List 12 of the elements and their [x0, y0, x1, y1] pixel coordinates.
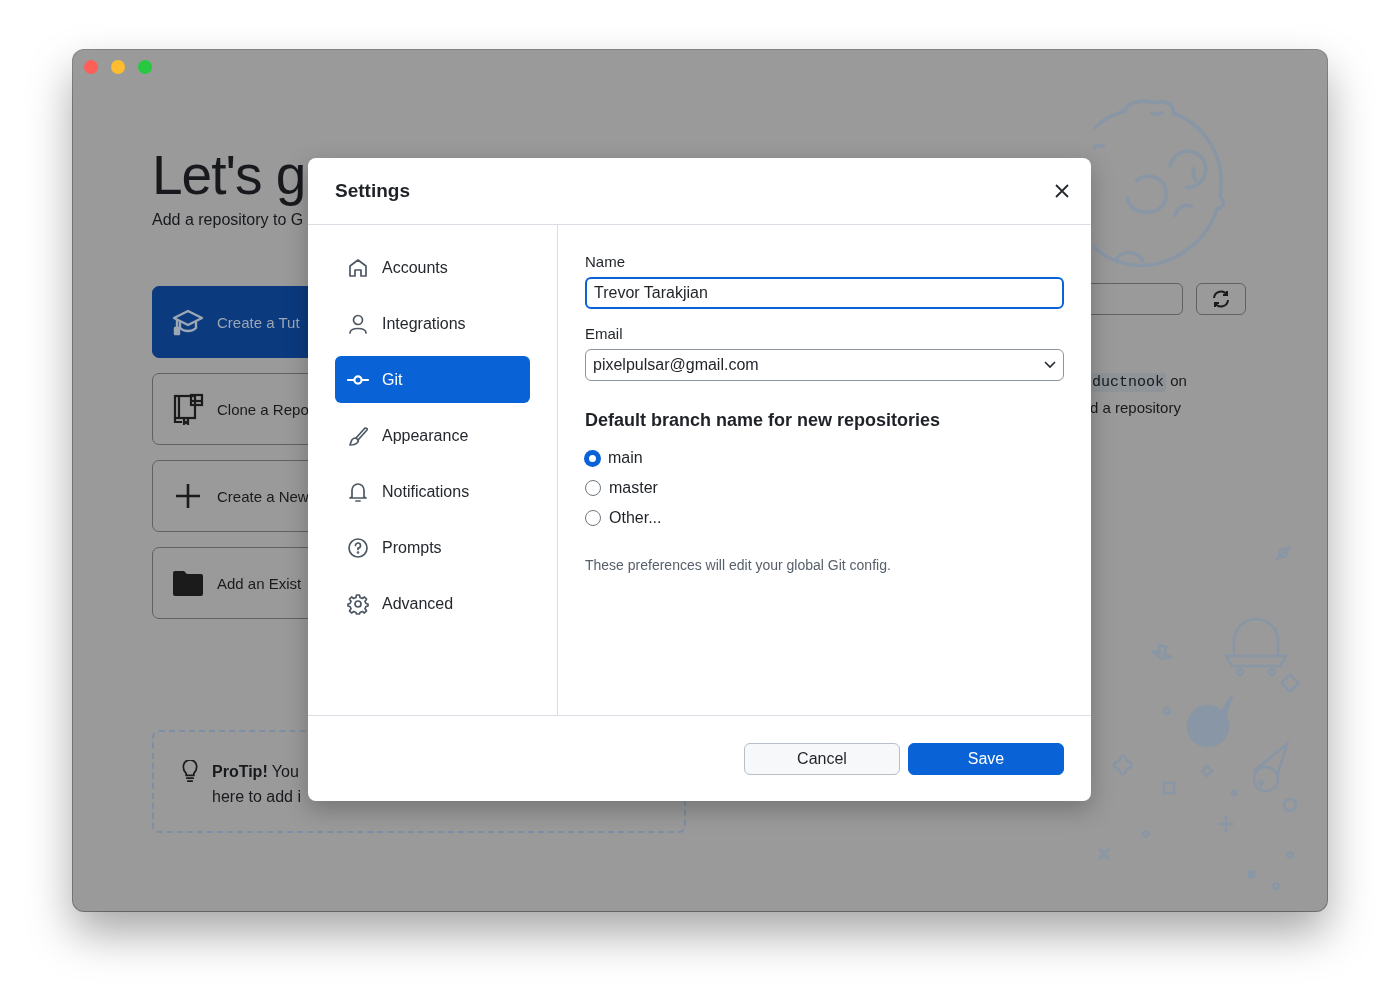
field-label: Email [585, 325, 624, 342]
welcome-subtitle: Add a repository to G [152, 210, 305, 230]
code-text: ductnook [1090, 373, 1166, 392]
dialog-title: Settings [335, 180, 410, 202]
section-heading: Default branch name for new repositories [585, 410, 942, 431]
info-text: d a repository [1090, 399, 1181, 416]
note-text: These preferences will edit your global Git config. [585, 557, 892, 573]
welcome-title: Let's g [152, 143, 306, 208]
protip-text: here to add i [212, 787, 301, 807]
info-text: on [1170, 372, 1187, 389]
field-label: Name [585, 253, 626, 270]
protip-text: ProTip! You [212, 762, 300, 782]
